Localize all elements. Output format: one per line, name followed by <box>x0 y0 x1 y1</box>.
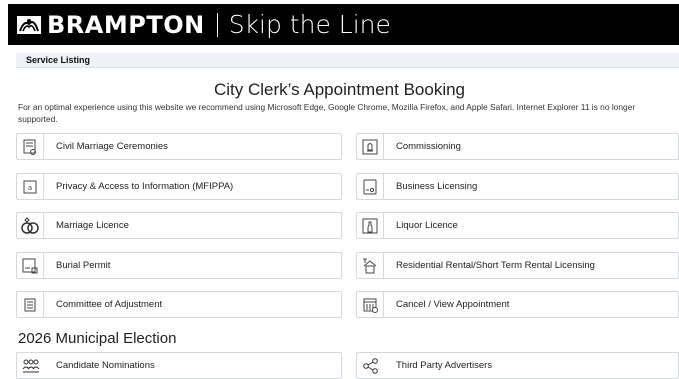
service-label: Liquor Licence <box>396 220 458 231</box>
service-commissioning[interactable]: Commissioning <box>356 133 679 160</box>
service-third-party-advertisers[interactable]: Third Party Advertisers <box>356 352 679 379</box>
privacy-document-icon: a <box>17 173 44 200</box>
service-civil-marriage-ceremonies[interactable]: Civil Marriage Ceremonies <box>16 133 342 160</box>
service-label: Civil Marriage Ceremonies <box>56 141 168 152</box>
svg-text:a: a <box>28 184 32 192</box>
page-title: City Clerk’s Appointment Booking <box>213 80 466 99</box>
service-label: Third Party Advertisers <box>396 360 493 371</box>
service-committee-of-adjustment[interactable]: Committee of Adjustment <box>16 291 342 318</box>
service-label: Committee of Adjustment <box>56 299 163 310</box>
browser-notice: For an optimal experience using this web… <box>18 102 636 124</box>
service-residential-rental-licensing[interactable]: Residential Rental/Short Term Rental Lic… <box>356 252 679 279</box>
share-network-icon <box>357 352 384 379</box>
service-label: Candidate Nominations <box>56 360 155 371</box>
service-burial-permit[interactable]: Burial Permit <box>16 252 342 279</box>
brand-name[interactable]: BRAMPTON <box>47 11 205 39</box>
service-label: Marriage Licence <box>56 220 129 231</box>
house-rental-icon <box>357 252 384 279</box>
service-cancel-view-appointment[interactable]: Cancel / View Appointment <box>356 291 679 318</box>
service-liquor-licence[interactable]: Liquor Licence <box>356 212 679 239</box>
breadcrumb-service-listing[interactable]: Service Listing <box>26 55 90 65</box>
stamp-icon <box>357 133 384 160</box>
service-label: Residential Rental/Short Term Rental Lic… <box>396 260 595 271</box>
breadcrumb: Service Listing <box>16 53 679 68</box>
license-icon <box>357 173 384 200</box>
liquor-bottle-icon <box>357 212 384 239</box>
service-label: Burial Permit <box>56 260 111 271</box>
service-label: Commissioning <box>396 141 461 152</box>
service-business-licensing[interactable]: Business Licensing <box>356 173 679 200</box>
certificate-icon <box>17 133 44 160</box>
service-privacy-access-mfippa[interactable]: a Privacy & Access to Information (MFIPP… <box>16 173 342 200</box>
document-lines-icon <box>17 291 44 318</box>
service-marriage-licence[interactable]: Marriage Licence <box>16 212 342 239</box>
rings-icon <box>17 212 44 239</box>
burial-permit-icon <box>17 252 44 279</box>
service-label: Cancel / View Appointment <box>396 299 510 310</box>
site-tagline: Skip the Line <box>228 10 391 39</box>
brampton-flower-logo-icon[interactable] <box>16 13 44 37</box>
header-divider <box>216 12 218 37</box>
site-header: BRAMPTON Skip the Line <box>8 4 679 45</box>
people-group-icon <box>17 352 44 379</box>
service-label: Privacy & Access to Information (MFIPPA) <box>56 181 234 192</box>
election-section-title: 2026 Municipal Election <box>18 330 177 347</box>
service-label: Business Licensing <box>396 181 478 192</box>
calendar-icon <box>357 291 384 318</box>
service-candidate-nominations[interactable]: Candidate Nominations <box>16 352 342 379</box>
